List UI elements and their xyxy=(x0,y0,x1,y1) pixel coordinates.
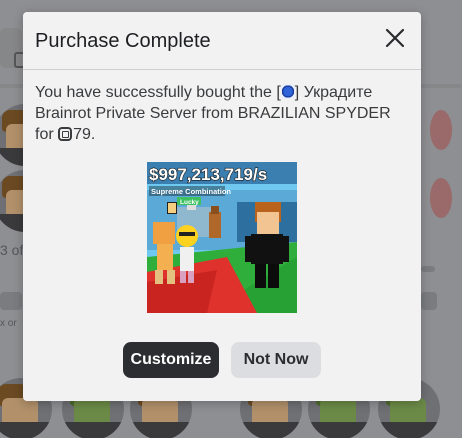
private-server-icon xyxy=(280,84,295,99)
message-end: . xyxy=(90,126,96,143)
bg-partial-text: 3 of xyxy=(0,242,24,258)
bg-badge xyxy=(430,178,452,218)
bg-badge xyxy=(430,110,452,150)
robux-icon xyxy=(58,127,73,141)
not-now-button[interactable]: Not Now xyxy=(231,342,321,378)
purchase-complete-dialog: Purchase Complete You have successfully … xyxy=(23,12,421,401)
bg-progress xyxy=(421,266,435,272)
thumbnail-banner-text: $997,213,719/s xyxy=(149,165,267,184)
purchase-message: You have successfully bought the [] Укра… xyxy=(35,82,409,145)
bg-progress xyxy=(0,292,22,310)
price-value: 79 xyxy=(73,126,91,143)
close-button[interactable] xyxy=(383,26,407,50)
message-prefix: You have successfully bought the [ xyxy=(35,84,281,101)
customize-button[interactable]: Customize xyxy=(123,342,219,378)
bg-partial-text: x or xyxy=(0,318,17,329)
dialog-header: Purchase Complete xyxy=(23,12,421,70)
thumbnail-tag-text: Supreme Combination xyxy=(151,187,231,196)
bg-progress xyxy=(421,292,437,310)
dialog-title: Purchase Complete xyxy=(35,30,211,52)
thumbnail-tag-sub: Lucky xyxy=(180,199,199,206)
close-icon xyxy=(385,28,405,48)
item-thumbnail: Supreme Combination Lucky $997,213,719/s xyxy=(147,162,297,313)
dialog-body: You have successfully bought the [] Укра… xyxy=(23,70,421,145)
